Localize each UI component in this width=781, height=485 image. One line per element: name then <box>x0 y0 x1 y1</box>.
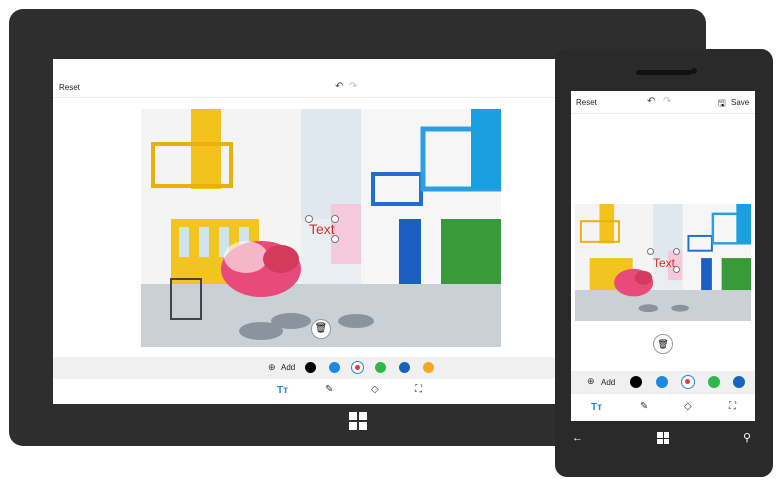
reset-button[interactable]: Reset <box>59 83 80 92</box>
phone-speaker <box>636 70 692 75</box>
resize-handle[interactable] <box>673 248 680 255</box>
resize-handle[interactable] <box>305 215 313 223</box>
color-black[interactable] <box>630 376 642 388</box>
add-icon[interactable]: ⊕ <box>268 362 276 373</box>
phone-add-button[interactable]: Add <box>601 378 615 387</box>
color-orange[interactable] <box>423 362 434 373</box>
phone-top-bar: Reset ↶ ↷ 🖫 Save <box>571 91 755 114</box>
phone-tool-bar: Tт ✎ ◇ ⛶ <box>571 393 755 421</box>
phone-photo: Text <box>575 204 751 321</box>
save-button[interactable]: Save <box>731 98 749 107</box>
windows-logo-icon[interactable] <box>657 432 669 444</box>
edited-photo: Text 🗑 <box>141 109 501 347</box>
back-arrow-icon[interactable]: ← <box>572 432 583 444</box>
color-blue[interactable] <box>656 376 668 388</box>
color-dark-blue[interactable] <box>399 362 410 373</box>
phone-camera <box>691 68 697 74</box>
text-tool-icon[interactable]: Tт <box>591 402 602 413</box>
resize-handle[interactable] <box>331 235 339 243</box>
shapes-icon[interactable]: ◇ <box>684 401 692 412</box>
text-tool-icon[interactable]: Tт <box>277 385 288 396</box>
color-black[interactable] <box>305 362 316 373</box>
color-red-core <box>685 379 690 384</box>
undo-icon[interactable]: ↶ <box>335 81 343 92</box>
trash-icon: 🗑 <box>657 339 669 349</box>
redo-icon[interactable]: ↷ <box>349 81 357 92</box>
color-red-core <box>355 365 360 370</box>
resize-handle[interactable] <box>647 248 654 255</box>
phone-delete-button[interactable]: 🗑 <box>653 334 673 354</box>
text-overlay[interactable]: Text <box>309 221 335 237</box>
trash-icon: 🗑 <box>314 323 328 334</box>
color-green[interactable] <box>708 376 720 388</box>
phone-text-overlay[interactable]: Text <box>653 256 675 270</box>
brush-icon[interactable]: ✎ <box>640 401 648 412</box>
phone-color-bar: ⊕ Add <box>571 371 755 393</box>
color-dark-blue[interactable] <box>733 376 745 388</box>
resize-handle[interactable] <box>673 266 680 273</box>
phone-reset-button[interactable]: Reset <box>576 98 597 107</box>
brush-icon[interactable]: ✎ <box>325 384 333 395</box>
color-green[interactable] <box>375 362 386 373</box>
crop-icon[interactable]: ⛶ <box>415 384 422 395</box>
undo-icon[interactable]: ↶ <box>647 96 655 107</box>
add-button[interactable]: Add <box>281 363 295 372</box>
crop-icon[interactable]: ⛶ <box>729 401 736 412</box>
search-icon[interactable]: ⚲ <box>743 431 751 444</box>
save-icon[interactable]: 🖫 <box>718 96 726 112</box>
shapes-icon[interactable]: ◇ <box>371 384 379 395</box>
phone-screen: Reset ↶ ↷ 🖫 Save Text 🗑 ⊕ Add Tт ✎ ◇ ⛶ <box>571 91 755 421</box>
windows-logo-icon[interactable] <box>349 412 367 430</box>
resize-handle[interactable] <box>331 215 339 223</box>
redo-icon[interactable]: ↷ <box>663 96 671 107</box>
add-icon[interactable]: ⊕ <box>587 376 595 387</box>
delete-button[interactable]: 🗑 <box>311 319 331 339</box>
color-blue[interactable] <box>329 362 340 373</box>
